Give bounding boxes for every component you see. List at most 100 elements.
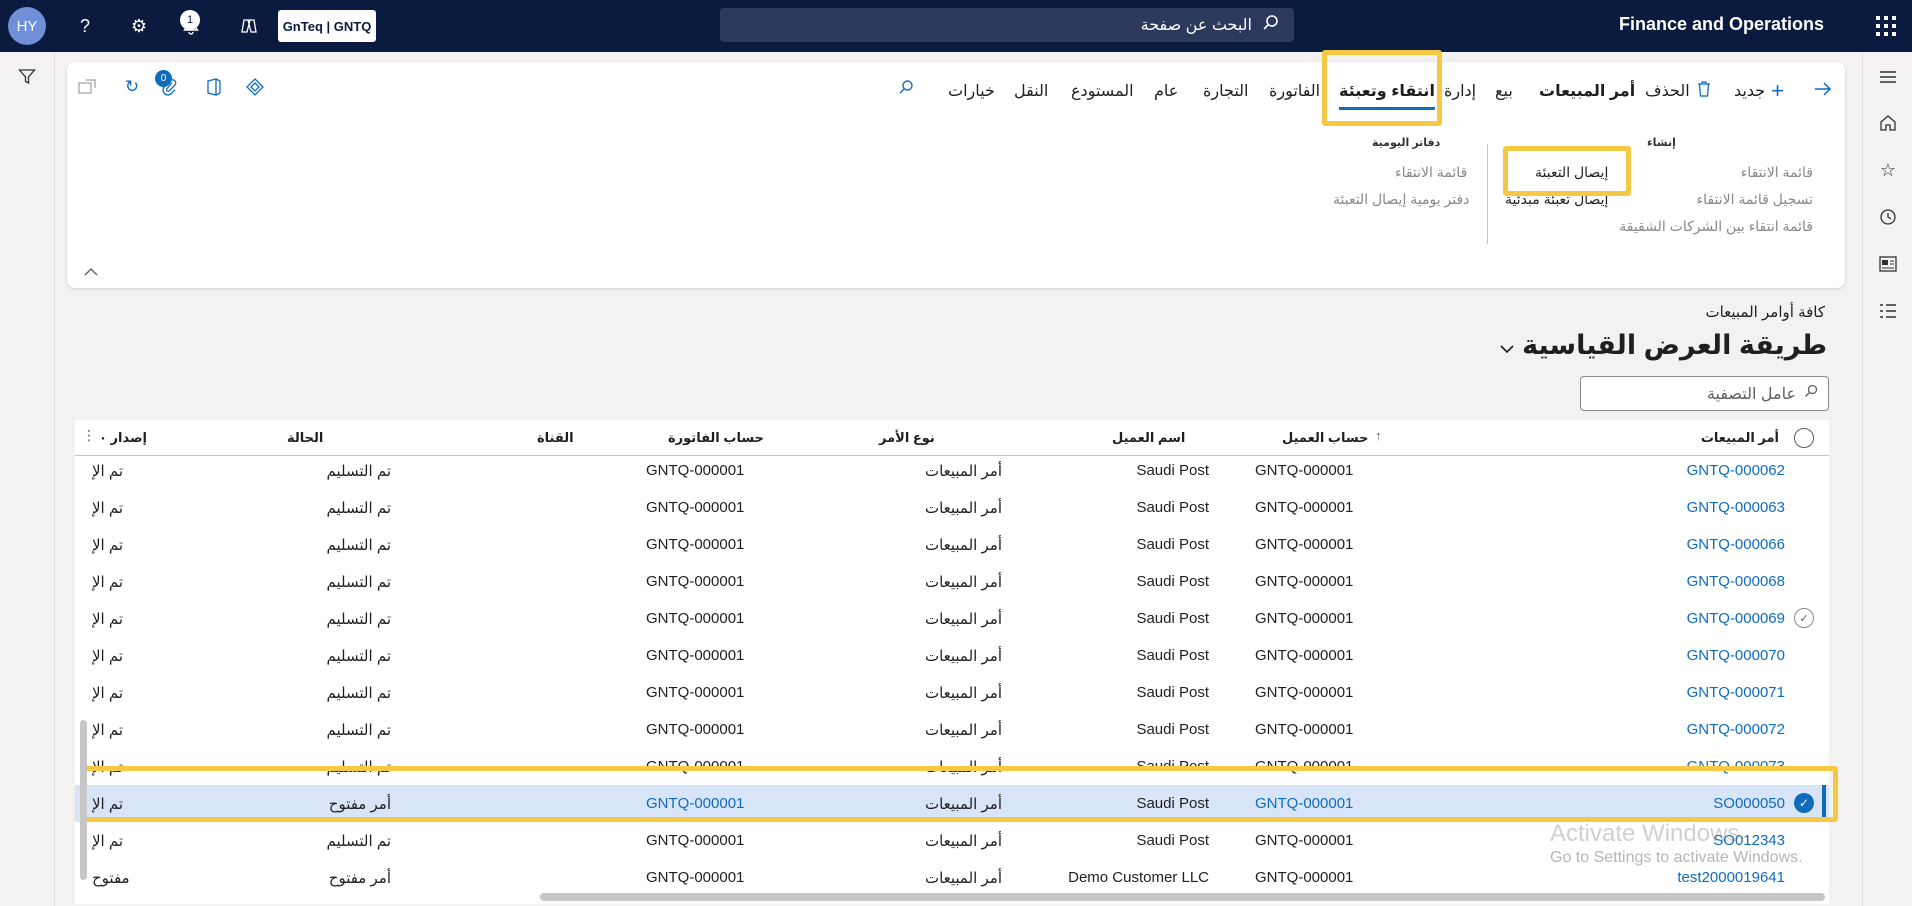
column-header-customer-account[interactable]: حساب العميل: [1282, 430, 1368, 446]
tab-pick-and-pack[interactable]: انتقاء وتعبئة: [1339, 76, 1435, 110]
table-row[interactable]: GNTQ-000071 GNTQ-000001 Saudi Post أمر المب…: [75, 674, 1829, 711]
company-picker-button[interactable]: GnTeq | GNTQ: [278, 10, 376, 42]
cell-order-type: أمر المبيعات: [924, 685, 1002, 702]
column-header-order-type[interactable]: نوع الأمر: [879, 430, 935, 446]
tab-options[interactable]: خيارات: [948, 76, 995, 106]
row-checkbox[interactable]: [1794, 645, 1814, 665]
tab-transportation[interactable]: النقل: [1014, 76, 1048, 106]
filter-funnel-icon[interactable]: [12, 62, 42, 92]
plus-icon: +: [1771, 78, 1784, 103]
filter-search-icon: [1804, 384, 1818, 403]
page-search-input[interactable]: البحث عن صفحة: [720, 8, 1294, 42]
cell-release: تم الإ: [92, 685, 124, 702]
cell-invoice-account: GNTQ-000001: [646, 684, 745, 701]
column-header-status[interactable]: الحالة: [287, 430, 323, 446]
table-row[interactable]: ✓ SO000050 GNTQ-000001 Saudi Post أمر المبيع…: [75, 785, 1829, 822]
table-row[interactable]: GNTQ-000062 GNTQ-000001 Saudi Post أمر المب…: [75, 452, 1829, 489]
refresh-icon[interactable]: ↻: [117, 72, 147, 102]
table-row[interactable]: GNTQ-000066 GNTQ-000001 Saudi Post أمر المب…: [75, 526, 1829, 563]
modules-list-icon[interactable]: [1873, 296, 1903, 326]
cell-sales-order[interactable]: SO000050: [1713, 795, 1785, 812]
tab-general[interactable]: عام: [1154, 76, 1178, 106]
detach-icon[interactable]: [72, 72, 102, 102]
row-hover-checkbox[interactable]: ✓: [1794, 608, 1814, 628]
row-selected-checkbox[interactable]: ✓: [1794, 793, 1814, 813]
hamburger-menu-icon[interactable]: [1873, 62, 1903, 92]
recent-clock-icon[interactable]: [1873, 202, 1903, 232]
row-checkbox[interactable]: [1794, 756, 1814, 776]
row-checkbox[interactable]: [1794, 534, 1814, 554]
action-pane: ↻ 0 خيارات النقل المستودع عام التجارة ال…: [67, 50, 1845, 288]
office-open-in-icon[interactable]: [199, 72, 229, 102]
column-header-customer-name[interactable]: اسم العميل: [1112, 430, 1185, 446]
row-checkbox[interactable]: [1794, 497, 1814, 517]
vertical-scrollbar[interactable]: [80, 720, 87, 880]
cell-release: تم الإ: [92, 611, 124, 628]
collapse-chevron-up-icon[interactable]: [81, 262, 101, 282]
tab-sell[interactable]: بيع: [1495, 76, 1513, 106]
cell-sales-order[interactable]: GNTQ-000063: [1687, 499, 1785, 516]
user-avatar[interactable]: HY: [8, 7, 46, 45]
tab-manage[interactable]: إدارة: [1444, 76, 1476, 106]
table-row[interactable]: GNTQ-000063 GNTQ-000001 Saudi Post أمر المب…: [75, 489, 1829, 526]
tab-sales-order[interactable]: أمر المبيعات: [1539, 76, 1635, 106]
view-selector[interactable]: طريقة العرض القياسية: [1500, 330, 1827, 361]
cell-invoice-account: GNTQ-000001: [646, 869, 745, 886]
cell-sales-order[interactable]: GNTQ-000068: [1687, 573, 1785, 590]
trash-icon: [1696, 80, 1712, 103]
back-arrow-icon[interactable]: [1808, 74, 1838, 104]
column-header-sales-order[interactable]: أمر المبيعات: [1701, 430, 1779, 446]
settings-gear-icon[interactable]: ⚙: [126, 13, 152, 39]
group-divider: [1487, 144, 1488, 244]
horizontal-scrollbar[interactable]: [540, 893, 1825, 901]
home-icon[interactable]: [1873, 108, 1903, 138]
table-row[interactable]: GNTQ-000068 GNTQ-000001 Saudi Post أمر المب…: [75, 563, 1829, 600]
column-header-release[interactable]: إصدار ٠: [99, 430, 147, 446]
column-header-channel[interactable]: القناة: [537, 430, 574, 446]
column-header-invoice-account[interactable]: حساب الفاتورة: [668, 430, 764, 446]
chevron-down-icon: [1500, 330, 1514, 361]
row-checkbox[interactable]: [1794, 460, 1814, 480]
column-options-more-icon[interactable]: ⋮: [82, 427, 96, 444]
cell-customer-name: Saudi Post: [1136, 721, 1209, 738]
row-checkbox[interactable]: [1794, 571, 1814, 591]
workspaces-icon[interactable]: [1873, 249, 1903, 279]
row-checkbox[interactable]: [1794, 682, 1814, 702]
cell-sales-order[interactable]: GNTQ-000062: [1687, 462, 1785, 479]
row-checkbox[interactable]: [1794, 830, 1814, 850]
cell-sales-order[interactable]: GNTQ-000069: [1687, 610, 1785, 627]
table-row[interactable]: ✓ GNTQ-000069 GNTQ-000001 Saudi Post أمر الم…: [75, 600, 1829, 637]
favorites-star-icon[interactable]: ☆: [1873, 155, 1903, 185]
tab-invoice[interactable]: الفاتورة: [1269, 76, 1320, 106]
app-launcher-waffle-icon[interactable]: [1874, 14, 1898, 38]
menu-pro-forma-packing-slip[interactable]: إيصال تعبئة مبدئية: [1505, 191, 1608, 208]
row-checkbox[interactable]: [1794, 867, 1814, 887]
power-apps-icon[interactable]: [240, 72, 270, 102]
cell-status: تم التسليم: [326, 722, 391, 739]
tab-warehouse[interactable]: المستودع: [1071, 76, 1134, 106]
delete-button[interactable]: الحذف: [1645, 76, 1712, 106]
menu-packing-slip-focused[interactable]: إيصال التعبئة: [1535, 164, 1608, 181]
table-row[interactable]: GNTQ-000070 GNTQ-000001 Saudi Post أمر المب…: [75, 637, 1829, 674]
cell-sales-order[interactable]: GNTQ-000072: [1687, 721, 1785, 738]
cell-customer-name: Saudi Post: [1136, 536, 1209, 553]
help-icon[interactable]: ?: [72, 13, 98, 39]
cell-status: تم التسليم: [326, 833, 391, 850]
cell-order-type: أمر المبيعات: [924, 648, 1002, 665]
cell-sales-order[interactable]: test2000019641: [1677, 869, 1785, 886]
row-checkbox[interactable]: [1794, 719, 1814, 739]
new-button[interactable]: جديد +: [1734, 76, 1784, 106]
cell-customer-account: GNTQ-000001: [1255, 499, 1354, 516]
cell-status: تم التسليم: [326, 537, 391, 554]
cell-sales-order[interactable]: GNTQ-000073: [1687, 758, 1785, 775]
cell-sales-order[interactable]: GNTQ-000071: [1687, 684, 1785, 701]
cell-sales-order[interactable]: GNTQ-000070: [1687, 647, 1785, 664]
tab-retail[interactable]: التجارة: [1203, 76, 1248, 106]
table-row[interactable]: GNTQ-000073 GNTQ-000001 Saudi Post أمر المب…: [75, 748, 1829, 785]
select-all-checkbox[interactable]: [1794, 428, 1814, 448]
filter-input[interactable]: عامل التصفية: [1580, 376, 1829, 411]
cell-sales-order[interactable]: GNTQ-000066: [1687, 536, 1785, 553]
copilot-icon[interactable]: [236, 13, 262, 39]
table-row[interactable]: GNTQ-000072 GNTQ-000001 Saudi Post أمر المب…: [75, 711, 1829, 748]
action-search-icon[interactable]: [891, 72, 921, 102]
